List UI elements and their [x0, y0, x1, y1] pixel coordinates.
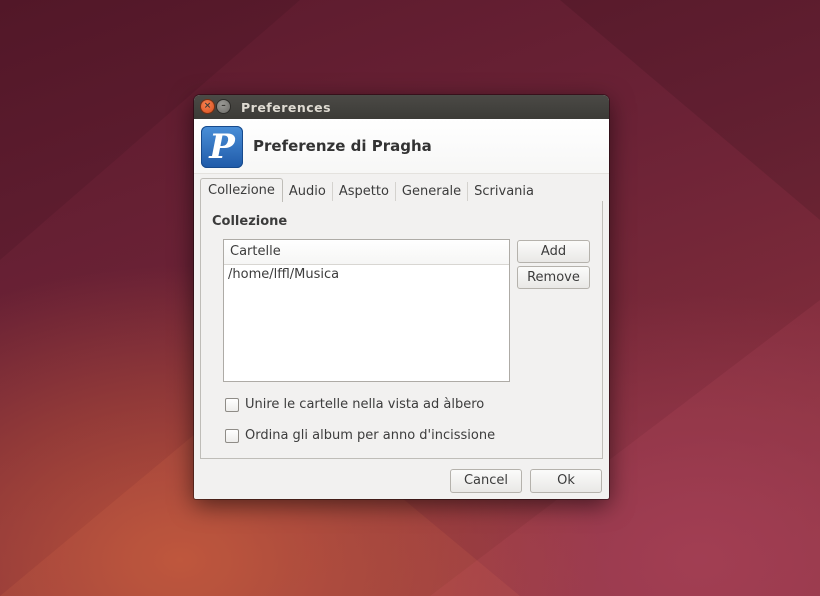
merge-folders-label[interactable]: Unire le cartelle nella vista ad àlbero: [245, 397, 484, 412]
preferences-dialog: × – Preferences P Preferenze di Pragha C…: [194, 95, 609, 499]
section-title: Collezione: [212, 214, 288, 229]
tab-bar: Collezione Audio Aspetto Generale Scriva…: [200, 178, 540, 202]
pragha-logo-icon: P: [201, 126, 243, 168]
merge-folders-checkbox[interactable]: [225, 398, 239, 412]
cancel-button[interactable]: Cancel: [450, 469, 522, 493]
close-icon[interactable]: ×: [201, 100, 214, 113]
tab-collezione[interactable]: Collezione: [200, 178, 283, 202]
ok-button[interactable]: Ok: [530, 469, 602, 493]
window-title: Preferences: [241, 100, 332, 115]
add-button[interactable]: Add: [517, 240, 590, 263]
sort-by-year-label[interactable]: Ordina gli album per anno d'incissione: [245, 428, 495, 443]
column-header-cartelle[interactable]: Cartelle: [224, 240, 509, 265]
header-title: Preferenze di Pragha: [253, 137, 432, 155]
tab-aspetto[interactable]: Aspetto: [333, 182, 396, 202]
titlebar: × – Preferences: [194, 95, 609, 119]
tab-scrivania[interactable]: Scrivania: [468, 182, 540, 202]
list-item[interactable]: /home/lffl/Musica: [224, 265, 509, 285]
minimize-icon[interactable]: –: [217, 100, 230, 113]
tab-generale[interactable]: Generale: [396, 182, 469, 202]
dialog-header: P Preferenze di Pragha: [194, 119, 609, 174]
remove-button[interactable]: Remove: [517, 266, 590, 289]
tab-audio[interactable]: Audio: [283, 182, 333, 202]
sort-by-year-checkbox[interactable]: [225, 429, 239, 443]
folders-list[interactable]: Cartelle /home/lffl/Musica: [223, 239, 510, 382]
